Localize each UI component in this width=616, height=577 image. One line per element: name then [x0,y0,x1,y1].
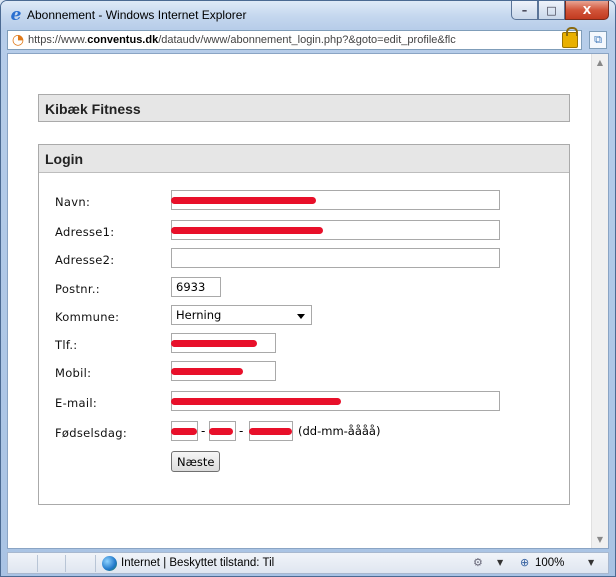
chevron-down-icon[interactable]: ▼ [588,558,594,567]
window-title: Abonnement - Windows Internet Explorer [27,8,247,22]
club-panel: Kibæk Fitness [38,94,570,122]
protected-mode-icon[interactable]: ⚙ [473,556,483,569]
mobil-label: Mobil: [55,366,92,380]
adresse2-input[interactable] [171,248,500,268]
zoom-level[interactable]: 100% [535,557,564,569]
globe-icon [102,556,117,571]
address-bar[interactable]: ◔ https://www.conventus.dk/dataudv/www/a… [7,27,582,50]
next-button[interactable]: Næste [171,451,221,472]
redaction-mark [171,368,243,375]
ssl-lock-icon[interactable] [562,27,578,48]
title-bar: e Abonnement - Windows Internet Explorer… [1,1,615,29]
close-button[interactable]: X [565,1,609,20]
email-label: E-mail: [55,396,98,410]
status-bar: Internet | Beskyttet tilstand: Til ⚙ ▼ ⊕… [7,552,609,574]
status-cell [66,555,96,572]
redaction-mark [171,197,316,204]
status-cell [8,555,38,572]
date-separator: - [239,424,244,438]
zoom-icon[interactable]: ⊕ [520,556,529,569]
redaction-mark [171,398,341,405]
scroll-down-icon[interactable]: ▼ [592,531,608,548]
url-path: /dataudv/www/abonnement_login.php?&goto=… [158,34,456,46]
tlf-label: Tlf.: [55,338,78,352]
foedselsdag-label: Fødselsdag: [55,426,128,440]
club-name: Kibæk Fitness [39,95,569,121]
chevron-down-icon [297,314,305,319]
date-format-hint: (dd-mm-åååå) [298,424,381,438]
date-separator: - [201,424,206,438]
login-heading: Login [39,145,569,173]
window-controls: – □ X [511,1,609,20]
login-panel: Login Navn: Adresse1: Adresse2: Postnr.:… [38,144,570,505]
kommune-selected-value: Herning [176,308,222,322]
page-favicon-icon: ◔ [11,32,25,48]
postnr-input[interactable]: 6933 [171,277,221,297]
browser-window: e Abonnement - Windows Internet Explorer… [0,0,616,577]
chevron-down-icon[interactable]: ▼ [497,558,503,567]
internet-explorer-icon: e [10,5,22,25]
postnr-label: Postnr.: [55,282,100,296]
kommune-label: Kommune: [55,310,120,324]
redaction-mark [171,340,257,347]
security-zone-text[interactable]: Internet | Beskyttet tilstand: Til [121,557,274,569]
maximize-button[interactable]: □ [538,1,565,20]
url-domain: conventus.dk [87,34,159,46]
url-prefix: https://www. [28,34,88,46]
kommune-select[interactable]: Herning [171,305,312,325]
address-url[interactable]: https://www.conventus.dk/dataudv/www/abo… [28,34,543,46]
adresse1-label: Adresse1: [55,225,115,239]
page-viewport: Kibæk Fitness Login Navn: Adresse1: Adre… [7,53,609,549]
status-cell [38,555,66,572]
scroll-up-icon[interactable]: ▲ [592,54,608,71]
adresse2-label: Adresse2: [55,253,115,267]
redaction-mark [171,227,323,234]
vertical-scrollbar[interactable]: ▲ ▼ [591,54,608,548]
redaction-mark [249,428,292,435]
redaction-mark [209,428,233,435]
minimize-button[interactable]: – [511,1,538,20]
navn-label: Navn: [55,195,91,209]
compatibility-view-icon[interactable]: ⧉ [589,31,607,49]
redaction-mark [171,428,197,435]
